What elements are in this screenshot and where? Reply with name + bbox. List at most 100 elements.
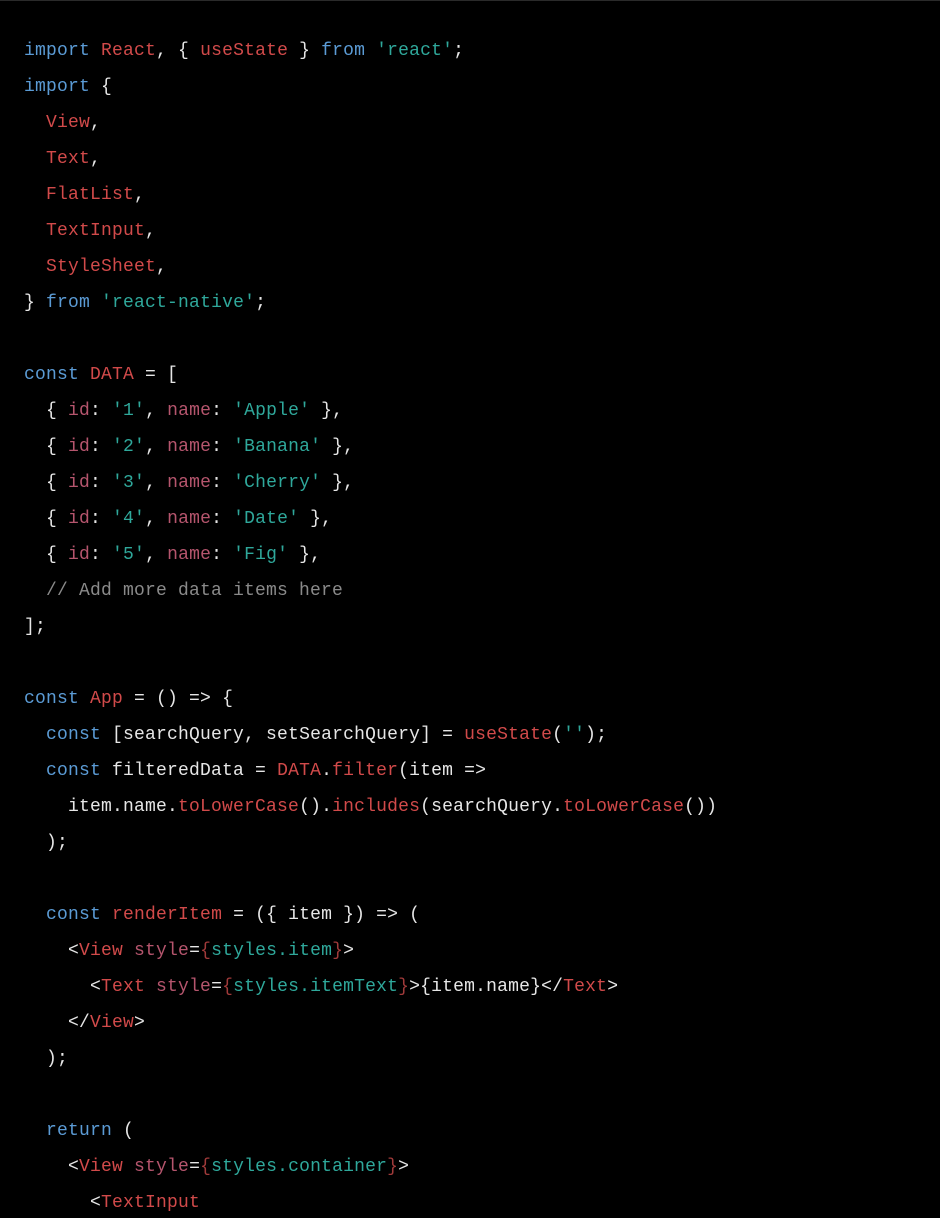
code-token: item.name. bbox=[24, 797, 178, 817]
code-token: includes bbox=[332, 797, 420, 817]
code-token: : bbox=[90, 473, 112, 493]
code-token: id bbox=[68, 545, 90, 565]
code-token: > bbox=[607, 977, 618, 997]
code-token: id bbox=[68, 401, 90, 421]
code-token: (). bbox=[299, 797, 332, 817]
code-token bbox=[24, 149, 46, 169]
code-token: const bbox=[24, 689, 79, 709]
code-line: ); bbox=[24, 825, 916, 861]
code-token: > bbox=[343, 941, 354, 961]
code-token: return bbox=[46, 1121, 112, 1141]
code-token: style bbox=[134, 1157, 189, 1177]
code-token: = ({ item }) => ( bbox=[222, 905, 420, 925]
code-token: , bbox=[145, 509, 167, 529]
code-token: , bbox=[145, 473, 167, 493]
code-block: import React, { useState } from 'react';… bbox=[0, 0, 940, 1218]
code-token: , bbox=[90, 149, 101, 169]
code-line: const renderItem = ({ item }) => ( bbox=[24, 897, 916, 933]
code-token: filter bbox=[332, 761, 398, 781]
code-token: Text bbox=[563, 977, 607, 997]
code-token: name bbox=[167, 545, 211, 565]
code-line: ); bbox=[24, 1041, 916, 1077]
code-token: { bbox=[24, 401, 68, 421]
code-token: { bbox=[222, 977, 233, 997]
code-token: : bbox=[211, 437, 233, 457]
code-token: } bbox=[332, 941, 343, 961]
code-token: : bbox=[90, 509, 112, 529]
code-token: TextInput bbox=[101, 1193, 200, 1213]
code-token: // Add more data items here bbox=[46, 581, 343, 601]
code-token: toLowerCase bbox=[178, 797, 299, 817]
code-token: } bbox=[24, 293, 46, 313]
code-token: View bbox=[79, 941, 123, 961]
code-token: : bbox=[90, 545, 112, 565]
code-token: 'Cherry' bbox=[233, 473, 321, 493]
code-line: } from 'react-native'; bbox=[24, 285, 916, 321]
code-token: : bbox=[90, 437, 112, 457]
code-token: { bbox=[24, 545, 68, 565]
code-token: , bbox=[156, 257, 167, 277]
code-token: '' bbox=[563, 725, 585, 745]
code-line: // Add more data items here bbox=[24, 573, 916, 609]
code-token: > bbox=[398, 1157, 409, 1177]
code-token: , bbox=[145, 545, 167, 565]
code-token: 'Date' bbox=[233, 509, 299, 529]
code-token bbox=[24, 221, 46, 241]
code-token: name bbox=[167, 437, 211, 457]
code-token: View bbox=[90, 1013, 134, 1033]
code-token: : bbox=[211, 401, 233, 421]
code-token: } bbox=[288, 41, 321, 61]
code-token: = [ bbox=[134, 365, 178, 385]
code-token: : bbox=[211, 545, 233, 565]
code-token: id bbox=[68, 473, 90, 493]
code-line bbox=[24, 321, 916, 357]
code-token: const bbox=[46, 725, 101, 745]
code-token: useState bbox=[464, 725, 552, 745]
code-token: ( bbox=[552, 725, 563, 745]
code-token: ; bbox=[255, 293, 266, 313]
code-token: const bbox=[46, 905, 101, 925]
code-token: '2' bbox=[112, 437, 145, 457]
code-token: { bbox=[200, 941, 211, 961]
code-line: Text, bbox=[24, 141, 916, 177]
code-token bbox=[101, 905, 112, 925]
code-token: ); bbox=[585, 725, 607, 745]
code-token: '1' bbox=[112, 401, 145, 421]
code-token bbox=[123, 1157, 134, 1177]
code-line: ]; bbox=[24, 609, 916, 645]
code-token: </ bbox=[24, 1013, 90, 1033]
code-token: ); bbox=[24, 833, 68, 853]
code-token: , bbox=[90, 113, 101, 133]
code-token: '4' bbox=[112, 509, 145, 529]
code-token: (searchQuery. bbox=[420, 797, 563, 817]
code-token: : bbox=[90, 401, 112, 421]
code-line: import { bbox=[24, 69, 916, 105]
code-token: : bbox=[211, 509, 233, 529]
code-token: < bbox=[24, 941, 79, 961]
code-token: , bbox=[145, 437, 167, 457]
code-token: id bbox=[68, 437, 90, 457]
code-token: App bbox=[90, 689, 123, 709]
code-token: , { bbox=[156, 41, 200, 61]
code-token: '5' bbox=[112, 545, 145, 565]
code-token: styles.itemText bbox=[233, 977, 398, 997]
code-token: styles.container bbox=[211, 1157, 387, 1177]
code-token: 'react' bbox=[376, 41, 453, 61]
code-token bbox=[79, 689, 90, 709]
code-token: { bbox=[90, 77, 112, 97]
code-token bbox=[24, 581, 46, 601]
code-token: (item => bbox=[398, 761, 486, 781]
code-token: < bbox=[24, 1157, 79, 1177]
code-line: StyleSheet, bbox=[24, 249, 916, 285]
code-token: React bbox=[101, 41, 156, 61]
code-line: import React, { useState } from 'react'; bbox=[24, 33, 916, 69]
code-token: ); bbox=[24, 1049, 68, 1069]
code-line: const App = () => { bbox=[24, 681, 916, 717]
code-token: }, bbox=[321, 437, 354, 457]
code-token: = bbox=[211, 977, 222, 997]
code-token bbox=[365, 41, 376, 61]
code-line: const DATA = [ bbox=[24, 357, 916, 393]
code-token: const bbox=[24, 365, 79, 385]
code-token bbox=[123, 941, 134, 961]
code-token bbox=[24, 113, 46, 133]
